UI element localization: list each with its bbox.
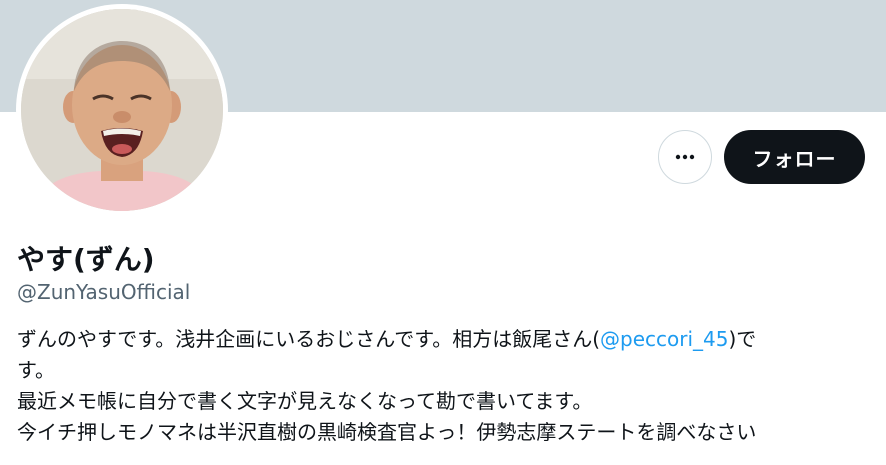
- bio-line: ずんのやすです。浅井企画にいるおじさんです。相方は飯尾さん(@peccori_4…: [17, 324, 862, 355]
- more-horizontal-icon: [675, 154, 695, 160]
- display-name: やす(ずん): [17, 243, 155, 276]
- bio-line: す。: [17, 358, 55, 382]
- follow-button[interactable]: フォロー: [724, 130, 865, 184]
- mention-link[interactable]: @peccori_45: [600, 327, 728, 351]
- more-options-button[interactable]: [658, 130, 712, 184]
- avatar[interactable]: [21, 9, 223, 211]
- bio-line: 最近メモ帳に自分で書く文字が見えなくなって勘で書いてます。: [17, 389, 593, 413]
- bio-line: 今イチ押しモノマネは半沢直樹の黒崎検査官よっ！伊勢志摩ステートを調べなさい: [17, 420, 757, 444]
- profile-bio: ずんのやすです。浅井企画にいるおじさんです。相方は飯尾さん(@peccori_4…: [17, 324, 862, 448]
- profile-page: フォロー やす(ずん) @ZunYasuOfficial ずんのやすです。浅井企…: [0, 0, 886, 465]
- avatar-photo: [21, 9, 223, 211]
- user-handle: @ZunYasuOfficial: [17, 280, 191, 304]
- avatar-frame: [16, 4, 228, 216]
- bio-text: )で: [728, 327, 757, 351]
- bio-text: ずんのやすです。浅井企画にいるおじさんです。相方は飯尾さん(: [17, 327, 601, 351]
